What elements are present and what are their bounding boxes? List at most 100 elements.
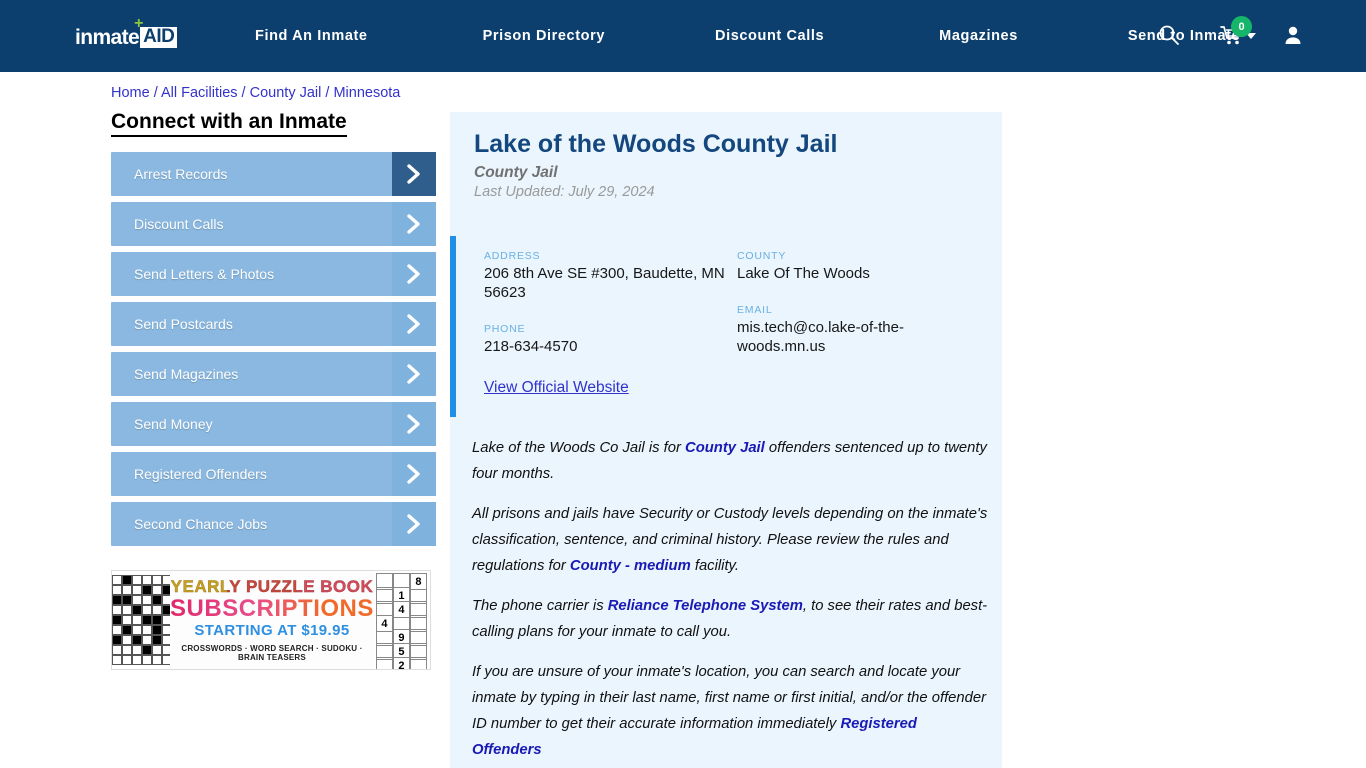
crossword-cell	[122, 625, 132, 635]
chevron-right-icon[interactable]	[392, 152, 436, 196]
page-title: Lake of the Woods County Jail	[474, 130, 838, 158]
site-logo[interactable]: inmate + AID	[75, 16, 178, 48]
ad-headline-2: SUBSCRIPTIONS	[170, 595, 374, 622]
search-icon[interactable]	[1158, 24, 1180, 48]
breadcrumb-separator: /	[149, 85, 161, 101]
description-paragraph-4: If you are unsure of your inmate's locat…	[472, 659, 988, 763]
p3-link-phone-carrier[interactable]: Reliance Telephone System	[608, 598, 803, 614]
sidebar-item-label: Send Money	[134, 416, 213, 432]
crossword-grid-graphic	[112, 571, 172, 669]
crossword-cell	[152, 595, 162, 605]
breadcrumb-item-all-facilities[interactable]: All Facilities	[161, 85, 238, 101]
crossword-cell	[142, 655, 152, 665]
sidebar: Connect with an Inmate Arrest Records Di…	[111, 110, 436, 552]
ad-price-line: STARTING AT $19.95	[194, 622, 350, 639]
address-label: ADDRESS	[484, 250, 541, 262]
sidebar-item-label: Send Letters & Photos	[134, 266, 275, 282]
sidebar-item-registered-offenders[interactable]: Registered Offenders	[111, 452, 436, 496]
info-column-right: COUNTY Lake Of The Woods EMAIL mis.tech@…	[737, 250, 990, 377]
crossword-cell	[112, 585, 122, 595]
crossword-cell	[122, 655, 132, 665]
logo-badge-text: AID	[143, 26, 175, 47]
address-value: 206 8th Ave SE #300, Baudette, MN 56623	[484, 265, 725, 301]
ad-headline-1: YEARLY PUZZLE BOOK	[170, 577, 374, 596]
view-official-website-link[interactable]: View Official Website	[484, 379, 629, 397]
breadcrumb-item-minnesota[interactable]: Minnesota	[333, 85, 400, 101]
crossword-cell	[112, 605, 122, 615]
p2-text-c: facility.	[690, 558, 739, 574]
crossword-cell	[152, 575, 162, 585]
crossword-cell	[122, 615, 132, 625]
crossword-cell	[122, 595, 132, 605]
crossword-cell	[152, 655, 162, 665]
nav-item-prison-directory[interactable]: Prison Directory	[483, 28, 605, 44]
sudoku-cell	[409, 657, 427, 669]
crossword-cell	[112, 575, 122, 585]
crossword-cell	[122, 635, 132, 645]
sudoku-grid-graphic: 8144952	[374, 571, 430, 669]
sidebar-item-send-postcards[interactable]: Send Postcards	[111, 302, 436, 346]
crossword-cell	[142, 645, 152, 655]
sudoku-cell	[375, 657, 393, 669]
crossword-cell	[122, 645, 132, 655]
sidebar-item-arrest-records[interactable]: Arrest Records	[111, 152, 436, 196]
facility-info-box: ADDRESS 206 8th Ave SE #300, Baudette, M…	[450, 236, 1002, 417]
phone-label: PHONE	[484, 323, 526, 335]
user-account-icon[interactable]	[1282, 24, 1304, 48]
sidebar-item-send-magazines[interactable]: Send Magazines	[111, 352, 436, 396]
plus-icon: +	[134, 15, 143, 32]
nav-item-magazines[interactable]: Magazines	[939, 28, 1018, 44]
sidebar-item-label: Registered Offenders	[134, 466, 267, 482]
chevron-right-icon[interactable]	[392, 352, 436, 396]
crossword-cell	[132, 625, 142, 635]
sidebar-item-second-chance-jobs[interactable]: Second Chance Jobs	[111, 502, 436, 546]
sidebar-item-label: Arrest Records	[134, 166, 228, 182]
crossword-cell	[152, 645, 162, 655]
p3-text-a: The phone carrier is	[472, 598, 608, 614]
breadcrumb-separator: /	[321, 85, 334, 101]
crossword-cell	[132, 595, 142, 605]
shopping-cart-icon[interactable]: 0	[1220, 16, 1252, 48]
chevron-right-icon[interactable]	[392, 452, 436, 496]
description-paragraph-3: The phone carrier is Reliance Telephone …	[472, 593, 988, 645]
crossword-cell	[152, 605, 162, 615]
chevron-right-icon[interactable]	[392, 502, 436, 546]
sidebar-item-send-money[interactable]: Send Money	[111, 402, 436, 446]
email-value: mis.tech@co.lake-of-the-woods.mn.us	[737, 319, 904, 355]
nav-item-discount-calls[interactable]: Discount Calls	[715, 28, 824, 44]
crossword-cell	[152, 585, 162, 595]
chevron-right-icon[interactable]	[392, 402, 436, 446]
p2-link-county-medium[interactable]: County - medium	[570, 558, 691, 574]
sidebar-item-label: Send Magazines	[134, 366, 239, 382]
chevron-right-icon[interactable]	[392, 302, 436, 346]
crossword-cell	[132, 655, 142, 665]
phone-block: PHONE 218-634-4570	[484, 323, 737, 356]
chevron-right-icon[interactable]	[392, 252, 436, 296]
sudoku-cell-digit: 2	[392, 657, 410, 669]
crossword-cell	[132, 575, 142, 585]
nav-item-find-an-inmate[interactable]: Find An Inmate	[255, 28, 368, 44]
chevron-right-icon[interactable]	[392, 202, 436, 246]
facility-type: County Jail	[474, 164, 558, 181]
phone-value: 218-634-4570	[484, 338, 578, 355]
crossword-cell	[142, 605, 152, 615]
last-updated: Last Updated: July 29, 2024	[474, 184, 655, 200]
crossword-cell	[112, 635, 122, 645]
sidebar-item-send-letters-photos[interactable]: Send Letters & Photos	[111, 252, 436, 296]
breadcrumb-item-home[interactable]: Home	[111, 85, 150, 101]
breadcrumb: Home / All Facilities / County Jail / Mi…	[111, 85, 400, 101]
crossword-cell	[112, 595, 122, 605]
info-grid: ADDRESS 206 8th Ave SE #300, Baudette, M…	[484, 250, 1002, 377]
crossword-cell	[122, 605, 132, 615]
p1-link-county-jail[interactable]: County Jail	[685, 440, 765, 456]
crossword-cell	[122, 585, 132, 595]
sudoku-cell-digit: 8	[409, 573, 427, 590]
crossword-cell	[112, 645, 122, 655]
sidebar-item-discount-calls[interactable]: Discount Calls	[111, 202, 436, 246]
puzzle-book-ad[interactable]: YEARLY PUZZLE BOOK SUBSCRIPTIONS STARTIN…	[111, 570, 431, 670]
breadcrumb-item-county-jail[interactable]: County Jail	[250, 85, 322, 101]
sidebar-item-label: Discount Calls	[134, 216, 224, 232]
crossword-cell	[112, 615, 122, 625]
county-value: Lake Of The Woods	[737, 265, 870, 282]
sudoku-cell-digit: 4	[375, 615, 393, 632]
